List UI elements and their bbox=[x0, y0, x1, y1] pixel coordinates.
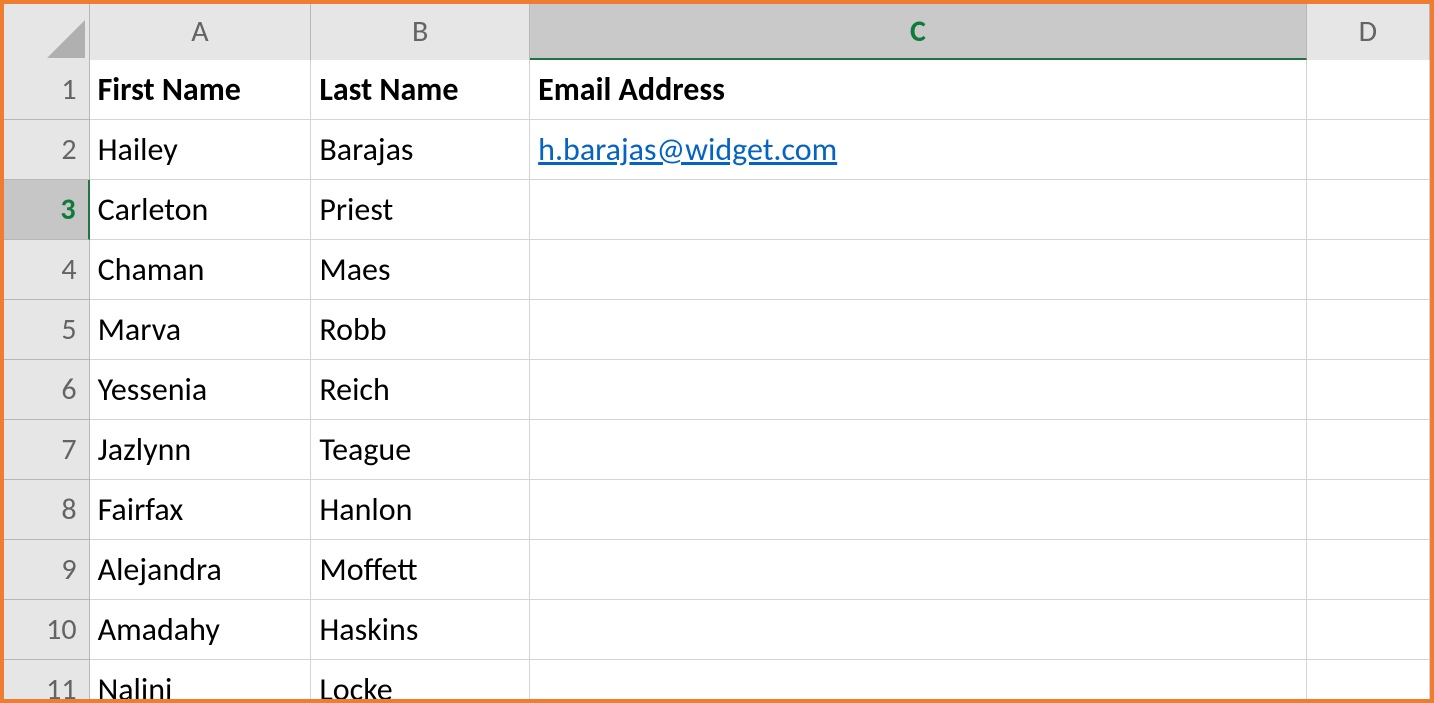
row-header-6[interactable]: 6 bbox=[4, 360, 90, 420]
cell-A10[interactable]: Amadahy bbox=[90, 600, 312, 660]
column-header-A[interactable]: A bbox=[90, 4, 312, 60]
row-header-2[interactable]: 2 bbox=[4, 120, 90, 180]
cell-B7[interactable]: Teague bbox=[311, 420, 530, 480]
cell-C3[interactable] bbox=[530, 180, 1306, 240]
cell-C2[interactable]: h.barajas@widget.com bbox=[530, 120, 1306, 180]
row-header-9[interactable]: 9 bbox=[4, 540, 90, 600]
cell-A11[interactable]: Nalini bbox=[90, 660, 312, 699]
cell-D8[interactable] bbox=[1307, 480, 1430, 540]
grid-row: 1 First Name Last Name Email Address bbox=[4, 60, 1430, 120]
cell-D11[interactable] bbox=[1307, 660, 1430, 699]
cell-B4[interactable]: Maes bbox=[311, 240, 530, 300]
grid-row: 7 Jazlynn Teague bbox=[4, 420, 1430, 480]
row-header-1[interactable]: 1 bbox=[4, 60, 90, 120]
cell-A7[interactable]: Jazlynn bbox=[90, 420, 312, 480]
cell-D9[interactable] bbox=[1307, 540, 1430, 600]
column-header-C[interactable]: C bbox=[530, 4, 1307, 60]
cell-D4[interactable] bbox=[1307, 240, 1430, 300]
grid-row: 8 Fairfax Hanlon bbox=[4, 480, 1430, 540]
cell-A4[interactable]: Chaman bbox=[90, 240, 312, 300]
row-header-3[interactable]: 3 bbox=[4, 180, 90, 240]
cell-C4[interactable] bbox=[530, 240, 1306, 300]
cell-D10[interactable] bbox=[1307, 600, 1430, 660]
row-header-5[interactable]: 5 bbox=[4, 300, 90, 360]
cell-C1[interactable]: Email Address bbox=[530, 60, 1306, 120]
row-header-7[interactable]: 7 bbox=[4, 420, 90, 480]
cell-A8[interactable]: Fairfax bbox=[90, 480, 312, 540]
cell-D7[interactable] bbox=[1307, 420, 1430, 480]
spreadsheet-viewport: A B C D 1 First Name Last Name Email Add… bbox=[0, 0, 1434, 703]
cell-A6[interactable]: Yessenia bbox=[90, 360, 312, 420]
cell-B2[interactable]: Barajas bbox=[311, 120, 530, 180]
cell-C5[interactable] bbox=[530, 300, 1306, 360]
grid-row: 4 Chaman Maes bbox=[4, 240, 1430, 300]
cell-D6[interactable] bbox=[1307, 360, 1430, 420]
cell-B10[interactable]: Haskins bbox=[311, 600, 530, 660]
cell-C11[interactable] bbox=[530, 660, 1306, 699]
select-all-triangle-icon bbox=[47, 20, 85, 58]
grid-row: 6 Yessenia Reich bbox=[4, 360, 1430, 420]
cell-D5[interactable] bbox=[1307, 300, 1430, 360]
column-header-B[interactable]: B bbox=[311, 4, 530, 60]
cell-A3[interactable]: Carleton bbox=[90, 180, 312, 240]
grid-row: 11 Nalini Locke bbox=[4, 660, 1430, 699]
column-header-D[interactable]: D bbox=[1307, 4, 1430, 60]
cell-C8[interactable] bbox=[530, 480, 1306, 540]
cell-B1[interactable]: Last Name bbox=[311, 60, 530, 120]
column-header-row: A B C D bbox=[4, 4, 1430, 60]
cell-D2[interactable] bbox=[1307, 120, 1430, 180]
cell-C9[interactable] bbox=[530, 540, 1306, 600]
cell-B11[interactable]: Locke bbox=[311, 660, 530, 699]
cell-C10[interactable] bbox=[530, 600, 1306, 660]
row-header-4[interactable]: 4 bbox=[4, 240, 90, 300]
cell-B5[interactable]: Robb bbox=[311, 300, 530, 360]
cell-B8[interactable]: Hanlon bbox=[311, 480, 530, 540]
cell-B9[interactable]: Moffett bbox=[311, 540, 530, 600]
grid-row: 9 Alejandra Moffett bbox=[4, 540, 1430, 600]
grid-row: 10 Amadahy Haskins bbox=[4, 600, 1430, 660]
grid-row: 5 Marva Robb bbox=[4, 300, 1430, 360]
cell-B3[interactable]: Priest bbox=[311, 180, 530, 240]
select-all-corner[interactable] bbox=[4, 4, 90, 60]
cell-D1[interactable] bbox=[1307, 60, 1430, 120]
cell-A5[interactable]: Marva bbox=[90, 300, 312, 360]
cell-A1[interactable]: First Name bbox=[90, 60, 312, 120]
cell-C6[interactable] bbox=[530, 360, 1306, 420]
cell-D3[interactable] bbox=[1307, 180, 1430, 240]
cell-B6[interactable]: Reich bbox=[311, 360, 530, 420]
row-header-10[interactable]: 10 bbox=[4, 600, 90, 660]
cell-C7[interactable] bbox=[530, 420, 1306, 480]
grid-row: 3 Carleton Priest bbox=[4, 180, 1430, 240]
grid-body: 1 First Name Last Name Email Address 2 H… bbox=[4, 60, 1430, 699]
cell-A2[interactable]: Hailey bbox=[90, 120, 312, 180]
grid-row: 2 Hailey Barajas h.barajas@widget.com bbox=[4, 120, 1430, 180]
cell-A9[interactable]: Alejandra bbox=[90, 540, 312, 600]
row-header-11[interactable]: 11 bbox=[4, 660, 90, 699]
row-header-8[interactable]: 8 bbox=[4, 480, 90, 540]
